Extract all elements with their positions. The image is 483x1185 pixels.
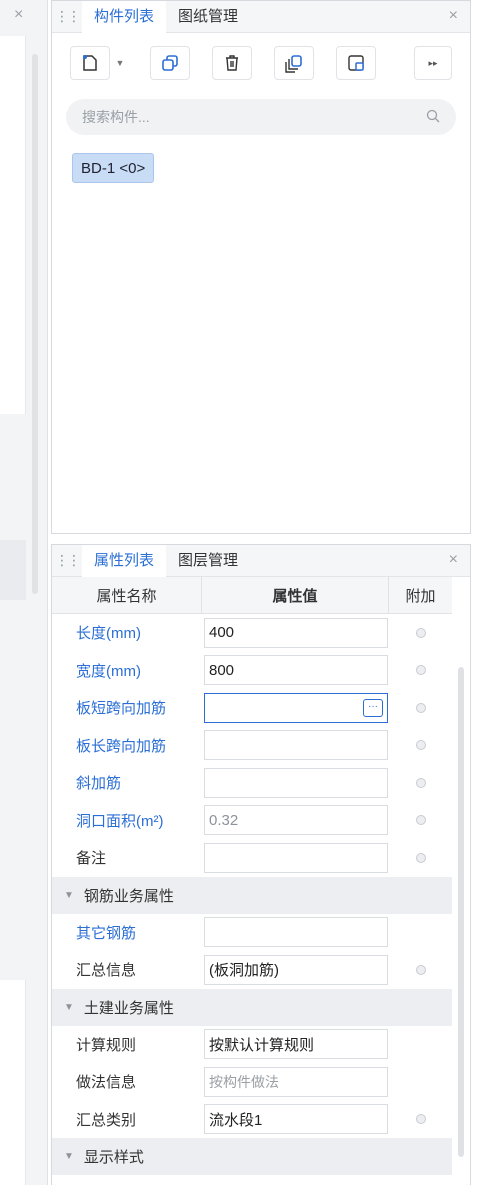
property-value-method-info[interactable]: 按构件做法 xyxy=(204,1066,388,1097)
property-name: 汇总信息 xyxy=(76,962,137,980)
property-name: 做法信息 xyxy=(76,1074,137,1092)
property-row-long-span-rebar: 板长跨向加筋 xyxy=(52,727,452,765)
copy-icon xyxy=(162,55,178,71)
property-row-summary-info: 汇总信息 (板洞加筋) xyxy=(52,951,452,989)
layer-copy-button[interactable] xyxy=(274,46,314,80)
more-tools-button[interactable]: ▸▸ xyxy=(414,46,452,80)
property-table-header: 属性名称 属性值 附加 xyxy=(52,577,452,614)
property-name: 洞口面积(m²) xyxy=(76,812,164,830)
property-row-opening-area: 洞口面积(m²) 0.32 xyxy=(52,802,452,840)
component-search-box xyxy=(66,99,456,135)
drag-handle-icon[interactable]: ⋮⋮ xyxy=(52,8,82,25)
copy-component-button[interactable] xyxy=(150,46,190,80)
extra-checkbox[interactable] xyxy=(415,815,426,826)
component-item-bd1[interactable]: BD-1 <0> xyxy=(72,153,155,183)
left-panel-close-icon[interactable]: × xyxy=(14,6,23,24)
component-toolbar: ▼ ▸▸ xyxy=(52,33,470,87)
property-value-calc-rule[interactable]: 按默认计算规则 xyxy=(204,1029,388,1060)
left-panel-band xyxy=(0,540,26,600)
property-name: 汇总类别 xyxy=(76,1111,137,1129)
property-name: 备注 xyxy=(76,850,107,868)
property-value-long-span-rebar[interactable] xyxy=(204,730,388,761)
component-search-input[interactable] xyxy=(82,109,426,125)
left-side-panel: × xyxy=(0,0,48,1185)
search-icon[interactable] xyxy=(426,109,440,126)
group-display-style[interactable]: ▼ 显示样式 xyxy=(52,1138,452,1175)
extra-checkbox[interactable] xyxy=(415,777,426,788)
property-value-diagonal-rebar[interactable] xyxy=(204,767,388,798)
extra-checkbox[interactable] xyxy=(415,964,426,975)
delete-icon xyxy=(226,55,238,71)
extra-checkbox[interactable] xyxy=(415,740,426,751)
ellipsis-icon[interactable]: ··· xyxy=(363,698,383,717)
property-row-length: 长度(mm) 400 xyxy=(52,614,452,652)
group-rebar-properties[interactable]: ▼ 钢筋业务属性 xyxy=(52,876,452,914)
group-title: 土建业务属性 xyxy=(83,999,174,1017)
chevron-down-icon: ▼ xyxy=(64,1001,74,1013)
group-title: 钢筋业务属性 xyxy=(83,887,174,905)
property-table: 属性名称 属性值 附加 长度(mm) 400 宽度(mm) 800 板短跨向加筋… xyxy=(52,577,452,1175)
property-panel-scrollbar[interactable] xyxy=(458,667,464,1157)
column-header-name: 属性名称 xyxy=(52,577,202,613)
group-civil-properties[interactable]: ▼ 土建业务属性 xyxy=(52,988,452,1026)
property-row-diagonal-rebar: 斜加筋 xyxy=(52,764,452,802)
property-name: 计算规则 xyxy=(76,1036,137,1054)
new-component-dropdown-icon[interactable]: ▼ xyxy=(112,46,128,80)
property-name: 宽度(mm) xyxy=(76,662,141,680)
property-row-width: 宽度(mm) 800 xyxy=(52,652,452,690)
export-icon xyxy=(348,55,364,71)
property-value-summary-category[interactable]: 流水段1 xyxy=(204,1104,388,1135)
left-panel-section xyxy=(0,36,26,414)
new-component-button[interactable] xyxy=(70,46,110,80)
property-value-short-span-rebar[interactable]: ··· xyxy=(204,692,388,723)
component-panel-header: ⋮⋮ 构件列表 图纸管理 × xyxy=(52,0,470,33)
component-list-panel: ⋮⋮ 构件列表 图纸管理 × ▼ ▸▸ BD-1 <0> xyxy=(51,0,471,534)
property-row-remark: 备注 xyxy=(52,839,452,877)
extra-checkbox[interactable] xyxy=(415,627,426,638)
extra-checkbox[interactable] xyxy=(415,852,426,863)
export-component-button[interactable] xyxy=(336,46,376,80)
extra-checkbox[interactable] xyxy=(415,665,426,676)
property-row-method-info: 做法信息 按构件做法 xyxy=(52,1063,452,1101)
column-header-extra: 附加 xyxy=(405,587,436,605)
layer-copy-icon xyxy=(285,55,302,73)
property-row-summary-category: 汇总类别 流水段1 xyxy=(52,1101,452,1139)
property-name: 板长跨向加筋 xyxy=(76,737,167,755)
tab-component-list[interactable]: 构件列表 xyxy=(82,0,167,33)
property-panel-header: ⋮⋮ 属性列表 图层管理 × xyxy=(52,544,470,577)
tab-property-list[interactable]: 属性列表 xyxy=(82,544,167,577)
property-value-length[interactable]: 400 xyxy=(204,617,388,648)
property-name: 长度(mm) xyxy=(76,625,141,643)
drag-handle-icon[interactable]: ⋮⋮ xyxy=(52,552,82,569)
property-name: 板短跨向加筋 xyxy=(76,700,167,718)
chevron-down-icon: ▼ xyxy=(64,889,74,901)
tab-drawing-management[interactable]: 图纸管理 xyxy=(166,1,250,33)
new-component-icon xyxy=(83,55,97,71)
property-list-panel: ⋮⋮ 属性列表 图层管理 × 属性名称 属性值 附加 长度(mm) 400 宽度… xyxy=(51,544,471,1185)
tab-layer-management[interactable]: 图层管理 xyxy=(166,545,250,577)
property-value-opening-area: 0.32 xyxy=(204,805,388,836)
extra-checkbox[interactable] xyxy=(415,702,426,713)
property-value-summary-info[interactable]: (板洞加筋) xyxy=(204,954,388,985)
group-title: 显示样式 xyxy=(83,1149,144,1166)
property-value-width[interactable]: 800 xyxy=(204,655,388,686)
property-name: 其它钢筋 xyxy=(76,924,137,942)
property-name: 斜加筋 xyxy=(76,775,122,793)
left-panel-scrollbar[interactable] xyxy=(32,54,38,594)
property-value-other-rebar[interactable] xyxy=(204,917,388,948)
column-header-value: 属性值 xyxy=(202,577,389,613)
property-row-calc-rule: 计算规则 按默认计算规则 xyxy=(52,1026,452,1064)
more-arrows-icon: ▸▸ xyxy=(428,57,438,68)
property-value-remark[interactable] xyxy=(204,842,388,873)
property-row-other-rebar: 其它钢筋 xyxy=(52,914,452,952)
left-panel-section xyxy=(0,980,26,1185)
extra-checkbox[interactable] xyxy=(415,1114,426,1125)
component-panel-close-icon[interactable]: × xyxy=(449,7,458,25)
delete-component-button[interactable] xyxy=(212,46,252,80)
property-row-short-span-rebar: 板短跨向加筋 ··· xyxy=(52,689,452,727)
property-panel-close-icon[interactable]: × xyxy=(449,551,458,569)
chevron-down-icon: ▼ xyxy=(64,1151,74,1162)
